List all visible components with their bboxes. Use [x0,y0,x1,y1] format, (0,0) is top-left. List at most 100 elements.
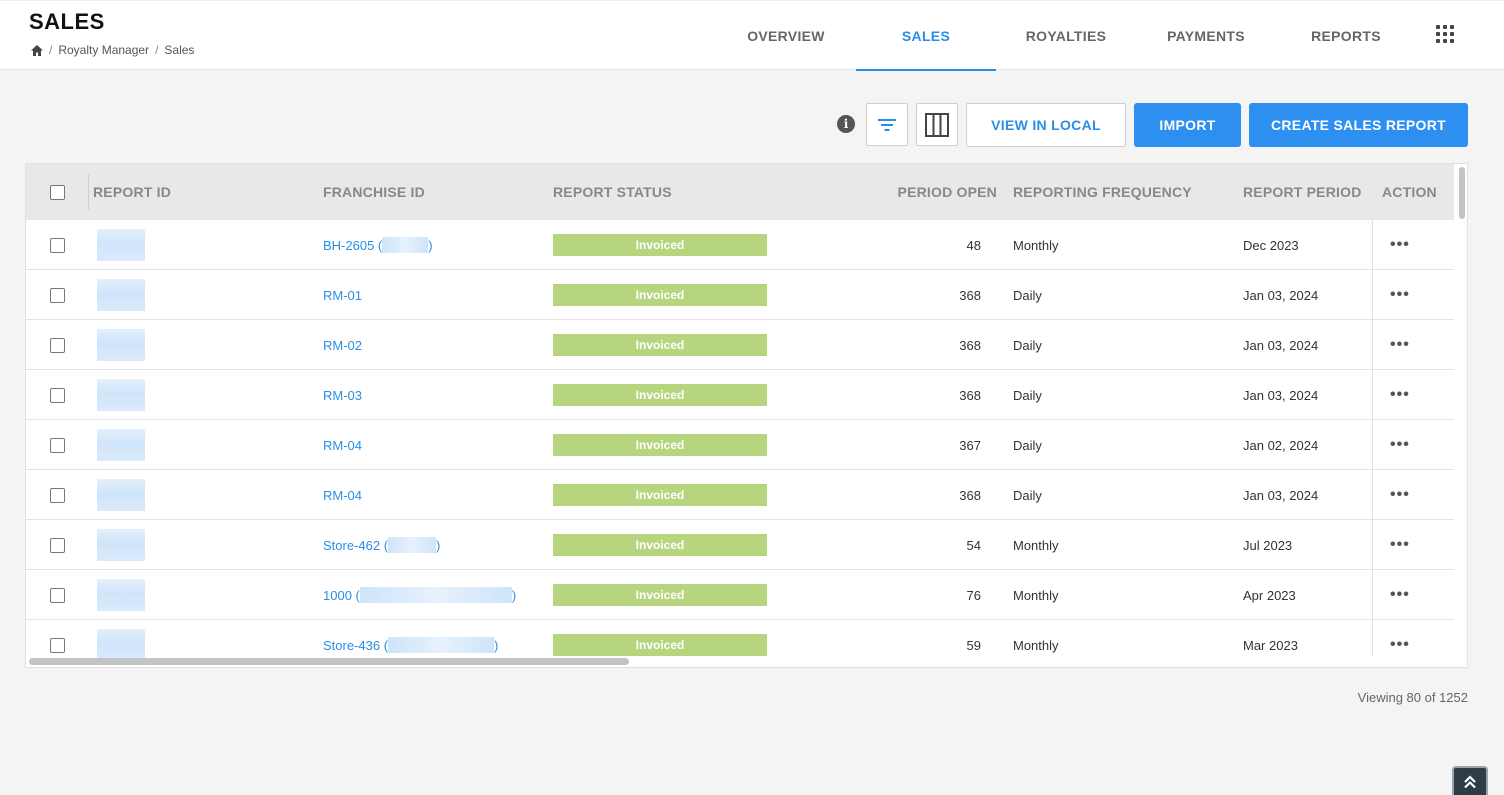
column-header-franchise-id[interactable]: FRANCHISE ID [323,164,425,220]
filter-button[interactable] [866,103,908,146]
franchise-id-cell[interactable]: 1000 () [323,570,516,620]
redacted-franchise-name [388,537,437,553]
column-header-report-period[interactable]: REPORT PERIOD [1243,164,1362,220]
column-header-report-status[interactable]: REPORT STATUS [553,164,672,220]
row-checkbox[interactable] [50,237,65,253]
more-actions-icon[interactable]: ••• [1390,536,1410,554]
franchise-id-link[interactable]: Store-462 ( [323,538,388,553]
franchise-id-cell[interactable]: RM-03 [323,370,362,420]
row-checkbox[interactable] [50,287,65,303]
franchise-id-cell[interactable]: RM-01 [323,270,362,320]
action-cell: ••• [1390,220,1410,270]
tab-sales[interactable]: SALES [856,1,996,71]
breadcrumb-item-royalty-manager[interactable]: Royalty Manager [58,43,149,57]
action-cell: ••• [1390,520,1410,570]
import-button[interactable]: IMPORT [1134,103,1241,147]
franchise-suffix: ) [494,637,499,653]
table-row[interactable]: BH-2605 () Invoiced 48 Monthly Dec 2023 … [26,220,1454,270]
more-actions-icon[interactable]: ••• [1390,286,1410,304]
row-checkbox[interactable] [50,387,65,403]
apps-grid-icon[interactable] [1436,25,1458,47]
table-row[interactable]: 1000 () Invoiced 76 Monthly Apr 2023 ••• [26,570,1454,620]
more-actions-icon[interactable]: ••• [1390,486,1410,504]
tab-royalties[interactable]: ROYALTIES [996,1,1136,71]
row-checkbox[interactable] [50,637,65,653]
scroll-to-top-button[interactable] [1452,766,1488,795]
redacted-report-id[interactable] [97,279,145,311]
columns-button[interactable] [916,103,958,146]
report-period-cell: Jan 03, 2024 [1243,487,1319,503]
franchise-id-link[interactable]: BH-2605 ( [323,238,382,253]
more-actions-icon[interactable]: ••• [1390,236,1410,254]
action-cell: ••• [1390,420,1410,470]
row-checkbox[interactable] [50,337,65,353]
view-in-local-button[interactable]: VIEW IN LOCAL [966,103,1126,147]
franchise-suffix: ) [428,237,433,253]
franchise-id-link[interactable]: RM-04 [323,438,362,453]
info-icon[interactable]: i [837,115,855,133]
more-actions-icon[interactable]: ••• [1390,636,1410,654]
reporting-frequency-cell: Monthly [1013,637,1059,653]
table-row[interactable]: RM-03 Invoiced 368 Daily Jan 03, 2024 ••… [26,370,1454,420]
horizontal-scrollbar[interactable] [29,658,629,665]
select-all-checkbox[interactable] [50,184,65,200]
tab-overview[interactable]: OVERVIEW [716,1,856,71]
table-row[interactable]: RM-04 Invoiced 367 Daily Jan 02, 2024 ••… [26,420,1454,470]
table-row[interactable]: RM-02 Invoiced 368 Daily Jan 03, 2024 ••… [26,320,1454,370]
table-row[interactable]: RM-01 Invoiced 368 Daily Jan 03, 2024 ••… [26,270,1454,320]
column-header-report-id[interactable]: REPORT ID [93,164,171,220]
report-status-cell: Invoiced [553,470,767,520]
franchise-id-link[interactable]: Store-436 ( [323,638,388,653]
row-select-cell [50,420,65,470]
redacted-report-id[interactable] [97,329,145,361]
redacted-report-id[interactable] [97,479,145,511]
franchise-id-link[interactable]: RM-04 [323,488,362,503]
redacted-report-id[interactable] [97,379,145,411]
row-checkbox[interactable] [50,537,65,553]
franchise-id-cell[interactable]: RM-04 [323,470,362,520]
franchise-id-cell[interactable]: RM-04 [323,420,362,470]
franchise-id-link[interactable]: RM-01 [323,288,362,303]
period-open-cell: 368 [959,287,981,303]
table-row[interactable]: Store-462 () Invoiced 54 Monthly Jul 202… [26,520,1454,570]
select-all-cell [50,164,65,220]
reporting-frequency-cell: Monthly [1013,237,1059,253]
report-period-cell: Jan 02, 2024 [1243,437,1319,453]
franchise-id-link[interactable]: RM-03 [323,388,362,403]
row-checkbox[interactable] [50,587,65,603]
more-actions-icon[interactable]: ••• [1390,586,1410,604]
status-badge: Invoiced [553,484,767,506]
breadcrumb-separator: / [49,43,53,57]
column-header-period-open[interactable]: PERIOD OPEN [866,164,997,220]
period-open-cell: 367 [959,437,981,453]
column-header-reporting-frequency[interactable]: REPORTING FREQUENCY [1013,164,1192,220]
tab-reports[interactable]: REPORTS [1276,1,1416,71]
more-actions-icon[interactable]: ••• [1390,336,1410,354]
report-period-cell: Jan 03, 2024 [1243,387,1319,403]
franchise-id-cell[interactable]: BH-2605 () [323,220,433,270]
franchise-id-link[interactable]: 1000 ( [323,588,360,603]
breadcrumb-separator: / [155,43,159,57]
report-period-cell: Dec 2023 [1243,237,1299,253]
vertical-scrollbar[interactable] [1459,167,1465,219]
create-sales-report-button[interactable]: CREATE SALES REPORT [1249,103,1468,147]
table-row[interactable]: RM-04 Invoiced 368 Daily Jan 03, 2024 ••… [26,470,1454,520]
franchise-id-link[interactable]: RM-02 [323,338,362,353]
report-status-cell: Invoiced [553,520,767,570]
redacted-report-id[interactable] [97,629,145,661]
row-checkbox[interactable] [50,487,65,503]
redacted-report-id[interactable] [97,429,145,461]
redacted-report-id[interactable] [97,579,145,611]
row-select-cell [50,370,65,420]
report-status-cell: Invoiced [553,270,767,320]
period-open-cell: 368 [959,337,981,353]
more-actions-icon[interactable]: ••• [1390,436,1410,454]
franchise-id-cell[interactable]: Store-462 () [323,520,440,570]
redacted-report-id[interactable] [97,529,145,561]
franchise-id-cell[interactable]: RM-02 [323,320,362,370]
row-checkbox[interactable] [50,437,65,453]
more-actions-icon[interactable]: ••• [1390,386,1410,404]
tab-payments[interactable]: PAYMENTS [1136,1,1276,71]
redacted-report-id[interactable] [97,229,145,261]
home-icon[interactable] [31,44,43,56]
